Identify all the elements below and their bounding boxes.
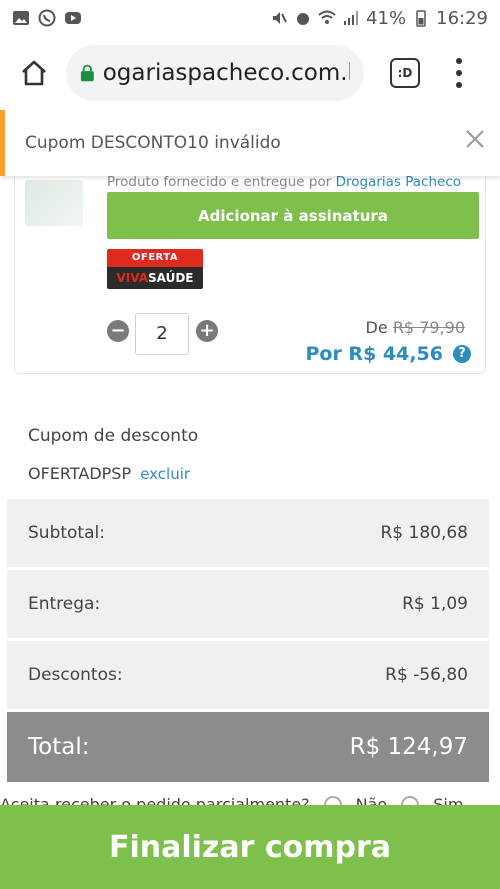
quantity-increase-button[interactable]: + (196, 320, 218, 342)
alarm-icon (297, 13, 310, 25)
current-price: Por R$ 44,56 ? (305, 343, 471, 365)
oferta-viva-saude-badge: OFERTA VIVASAÚDE (107, 249, 203, 289)
home-button[interactable] (12, 51, 56, 95)
radio-yes[interactable] (401, 795, 420, 805)
partial-delivery-question: Aceita receber o pedido parcialmente? Nã… (0, 795, 500, 805)
clock: 16:29 (436, 7, 488, 29)
address-bar[interactable]: ogariaspacheco.com.br (66, 45, 364, 101)
coupon-applied: OFERTADPSP excluir (28, 464, 190, 483)
quantity-decrease-button[interactable]: − (107, 320, 129, 342)
order-summary: Subtotal: R$ 180,68 Entrega: R$ 1,09 Desco… (7, 499, 489, 782)
discounts-row: Descontos: R$ -56,80 (7, 641, 489, 709)
lock-icon (80, 64, 94, 82)
close-icon[interactable] (464, 128, 486, 150)
battery-icon (416, 10, 426, 27)
product-card: Produto fornecido e entregue por Drogari… (14, 150, 486, 374)
remove-coupon-link[interactable]: excluir (140, 465, 190, 483)
menu-dot (456, 70, 462, 76)
status-bar: 41% 16:29 (0, 0, 500, 36)
signal-icon (344, 11, 359, 25)
badge-bottom: VIVASAÚDE (107, 267, 203, 289)
badge-top: OFERTA (107, 249, 203, 267)
mute-icon (273, 12, 288, 24)
coupon-title: Cupom de desconto (28, 426, 199, 446)
checkout-button[interactable]: Finalizar compra (0, 805, 500, 889)
radio-no[interactable] (323, 795, 342, 805)
status-right: 41% 16:29 (270, 8, 488, 29)
coupon-error-toast: Cupom DESCONTO10 inválido (0, 110, 500, 176)
gallery-icon (13, 11, 29, 25)
subtotal-row: Subtotal: R$ 180,68 (7, 499, 489, 567)
status-left (12, 9, 82, 27)
battery-percent: 41% (366, 7, 407, 29)
coupon-code: OFERTADPSP (28, 464, 132, 483)
url-text: ogariaspacheco.com.br (102, 60, 350, 86)
radio-yes-label: Sim (433, 795, 464, 805)
wifi-icon (318, 10, 336, 24)
partial-question-text: Aceita receber o pedido parcialmente? (0, 795, 310, 805)
tabs-button[interactable]: :D (390, 58, 420, 88)
overflow-menu-button[interactable] (454, 58, 464, 88)
menu-dot (456, 58, 462, 64)
toast-message: Cupom DESCONTO10 inválido (25, 133, 281, 153)
product-thumbnail[interactable] (25, 180, 83, 226)
seller-link[interactable]: Drogarias Pacheco (336, 174, 461, 190)
help-icon[interactable]: ? (453, 345, 471, 363)
page-content: Produto fornecido e entregue por Drogari… (0, 110, 500, 805)
radio-no-label: Não (355, 795, 388, 805)
whatsapp-icon (38, 9, 56, 27)
provided-by-label: Produto fornecido e entregue por (107, 174, 332, 190)
home-icon (22, 60, 46, 86)
provided-by: Produto fornecido e entregue por Drogari… (107, 174, 461, 190)
total-row: Total: R$ 124,97 (7, 712, 489, 782)
browser-toolbar: ogariaspacheco.com.br :D (0, 36, 500, 110)
add-subscription-button[interactable]: Adicionar à assinatura (107, 192, 479, 239)
delivery-row: Entrega: R$ 1,09 (7, 570, 489, 638)
quantity-input[interactable]: 2 (135, 313, 189, 355)
youtube-icon (65, 12, 81, 24)
menu-dot (456, 82, 462, 88)
original-price: De R$ 79,90 (365, 318, 465, 337)
